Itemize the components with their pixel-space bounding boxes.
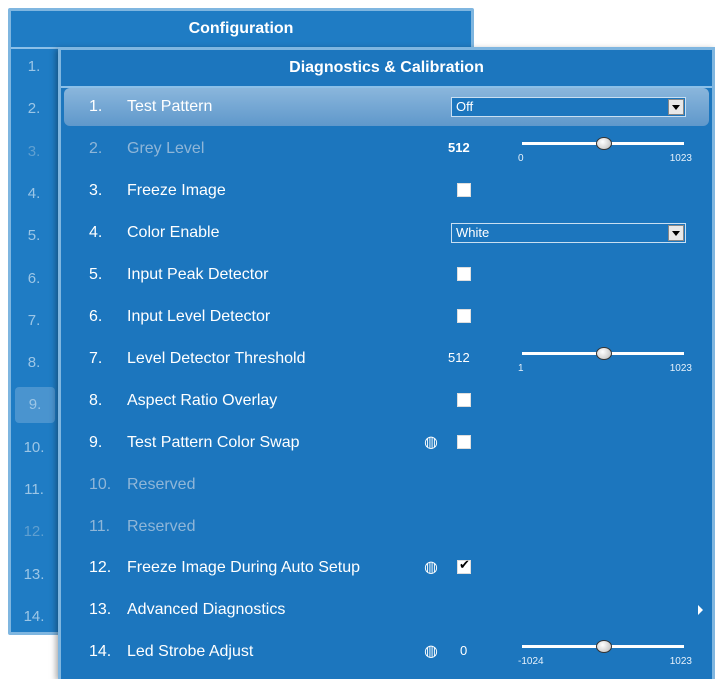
checkbox[interactable] bbox=[457, 308, 471, 323]
dropdown-value: White bbox=[456, 224, 490, 240]
diagnostics-calibration-window: Diagnostics & Calibration 1. Test Pattern… bbox=[58, 47, 715, 679]
slider-max-label: 1023 bbox=[669, 152, 692, 164]
menu-row-reserved[interactable]: 10. Reserved bbox=[64, 466, 709, 504]
config-row-number[interactable]: 11. bbox=[11, 472, 57, 508]
row-number: 10. bbox=[89, 475, 112, 493]
config-row-number[interactable]: 7. bbox=[11, 303, 57, 339]
checkbox[interactable] bbox=[457, 392, 471, 407]
menu-row-test-pattern-color-swap[interactable]: 9. Test Pattern Color Swap ◍ bbox=[64, 424, 709, 462]
row-label: Grey Level bbox=[127, 139, 205, 157]
row-number: 4. bbox=[89, 223, 103, 241]
row-label: Color Enable bbox=[127, 223, 220, 241]
globe-icon: ◍ bbox=[424, 641, 438, 661]
row-label: Freeze Image bbox=[127, 181, 226, 199]
slider-min-label: 0 bbox=[518, 152, 524, 164]
menu-row-reserved[interactable]: 11. Reserved bbox=[64, 508, 709, 546]
slider-min-label: -1024 bbox=[518, 656, 544, 668]
menu-row-led-strobe-adjust[interactable]: 14. Led Strobe Adjust ◍ 0 -1024 1023 bbox=[64, 633, 709, 671]
configuration-title: Configuration bbox=[11, 11, 471, 49]
config-row-number[interactable]: 5. bbox=[11, 218, 57, 254]
config-row-number[interactable]: 1. bbox=[11, 49, 57, 85]
row-label: Reserved bbox=[127, 475, 196, 493]
row-number: 7. bbox=[89, 349, 103, 367]
globe-icon: ◍ bbox=[424, 431, 438, 451]
row-number: 14. bbox=[89, 643, 112, 661]
row-number: 1. bbox=[89, 98, 103, 115]
config-row-number[interactable]: 14. bbox=[11, 599, 57, 635]
menu-row-grey-level[interactable]: 2. Grey Level 512 0 1023 bbox=[64, 130, 709, 168]
row-label: Freeze Image During Auto Setup bbox=[127, 559, 361, 577]
row-label: Led Strobe Adjust bbox=[127, 643, 254, 661]
globe-icon: ◍ bbox=[424, 557, 438, 577]
row-label: Test Pattern Color Swap bbox=[127, 433, 300, 451]
row-number: 12. bbox=[89, 559, 112, 577]
slider[interactable]: 0 1023 bbox=[514, 136, 692, 164]
config-row-number[interactable]: 10. bbox=[11, 430, 57, 466]
checkbox[interactable] bbox=[457, 558, 471, 575]
dropdown-arrow-icon[interactable] bbox=[668, 99, 684, 115]
config-row-number[interactable]: 6. bbox=[11, 261, 57, 297]
slider-thumb[interactable] bbox=[596, 346, 612, 360]
slider-value: 512 bbox=[448, 139, 470, 155]
checkbox[interactable] bbox=[457, 434, 471, 449]
menu-row-level-detector-threshold[interactable]: 7. Level Detector Threshold 512 1 1023 bbox=[64, 340, 709, 378]
menu-row-freeze-image-during-auto-setup[interactable]: 12. Freeze Image During Auto Setup ◍ bbox=[64, 549, 709, 587]
slider-min-label: 1 bbox=[518, 362, 524, 374]
dropdown-value: Off bbox=[456, 99, 474, 114]
menu-row-freeze-image[interactable]: 3. Freeze Image bbox=[64, 172, 709, 210]
diagnostics-calibration-title: Diagnostics & Calibration bbox=[61, 50, 712, 88]
config-row-number[interactable]: 12. bbox=[11, 514, 57, 550]
row-number: 6. bbox=[89, 307, 103, 325]
checkbox[interactable] bbox=[457, 182, 471, 197]
slider-thumb[interactable] bbox=[596, 640, 612, 654]
slider-max-label: 1023 bbox=[669, 656, 692, 668]
slider-value: 0 bbox=[460, 643, 468, 659]
row-number: 13. bbox=[89, 601, 112, 619]
menu-row-test-pattern[interactable]: 1. Test Pattern Off bbox=[64, 88, 709, 126]
slider-max-label: 1023 bbox=[669, 362, 692, 374]
row-number: 3. bbox=[89, 181, 103, 199]
slider-thumb[interactable] bbox=[596, 136, 612, 150]
chevron-right-icon[interactable] bbox=[698, 605, 703, 616]
config-row-number[interactable]: 3. bbox=[11, 134, 57, 170]
row-number: 5. bbox=[89, 265, 103, 283]
menu-row-aspect-ratio-overlay[interactable]: 8. Aspect Ratio Overlay bbox=[64, 382, 709, 420]
slider-value: 512 bbox=[448, 349, 470, 365]
dropdown-select[interactable]: Off bbox=[451, 97, 686, 117]
row-number: 11. bbox=[89, 517, 111, 535]
row-label: Input Level Detector bbox=[127, 307, 271, 325]
row-label: Level Detector Threshold bbox=[127, 349, 306, 367]
menu-row-color-enable[interactable]: 4. Color Enable White bbox=[64, 214, 709, 252]
slider[interactable]: -1024 1023 bbox=[514, 640, 692, 668]
menu-row-input-peak-detector[interactable]: 5. Input Peak Detector bbox=[64, 256, 709, 294]
config-row-number[interactable]: 8. bbox=[11, 345, 57, 381]
config-row-number[interactable]: 13. bbox=[11, 557, 57, 593]
row-label: Aspect Ratio Overlay bbox=[127, 391, 278, 409]
config-row-number[interactable]: 2. bbox=[11, 91, 57, 127]
config-row-number[interactable]: 9. bbox=[15, 387, 55, 424]
row-number: 8. bbox=[89, 391, 103, 409]
menu-row-input-level-detector[interactable]: 6. Input Level Detector bbox=[64, 298, 709, 336]
row-label: Input Peak Detector bbox=[127, 265, 269, 283]
dropdown-arrow-icon[interactable] bbox=[668, 224, 684, 241]
row-label: Reserved bbox=[127, 517, 196, 535]
row-label: Advanced Diagnostics bbox=[127, 601, 286, 619]
menu-row-advanced-diagnostics[interactable]: 13. Advanced Diagnostics bbox=[64, 591, 709, 629]
slider[interactable]: 1 1023 bbox=[514, 346, 692, 374]
checkbox[interactable] bbox=[457, 266, 471, 281]
row-label: Test Pattern bbox=[127, 98, 213, 115]
dropdown-select[interactable]: White bbox=[451, 222, 686, 243]
row-number: 9. bbox=[89, 433, 103, 451]
config-row-number[interactable]: 4. bbox=[11, 176, 57, 212]
row-number: 2. bbox=[89, 139, 103, 157]
